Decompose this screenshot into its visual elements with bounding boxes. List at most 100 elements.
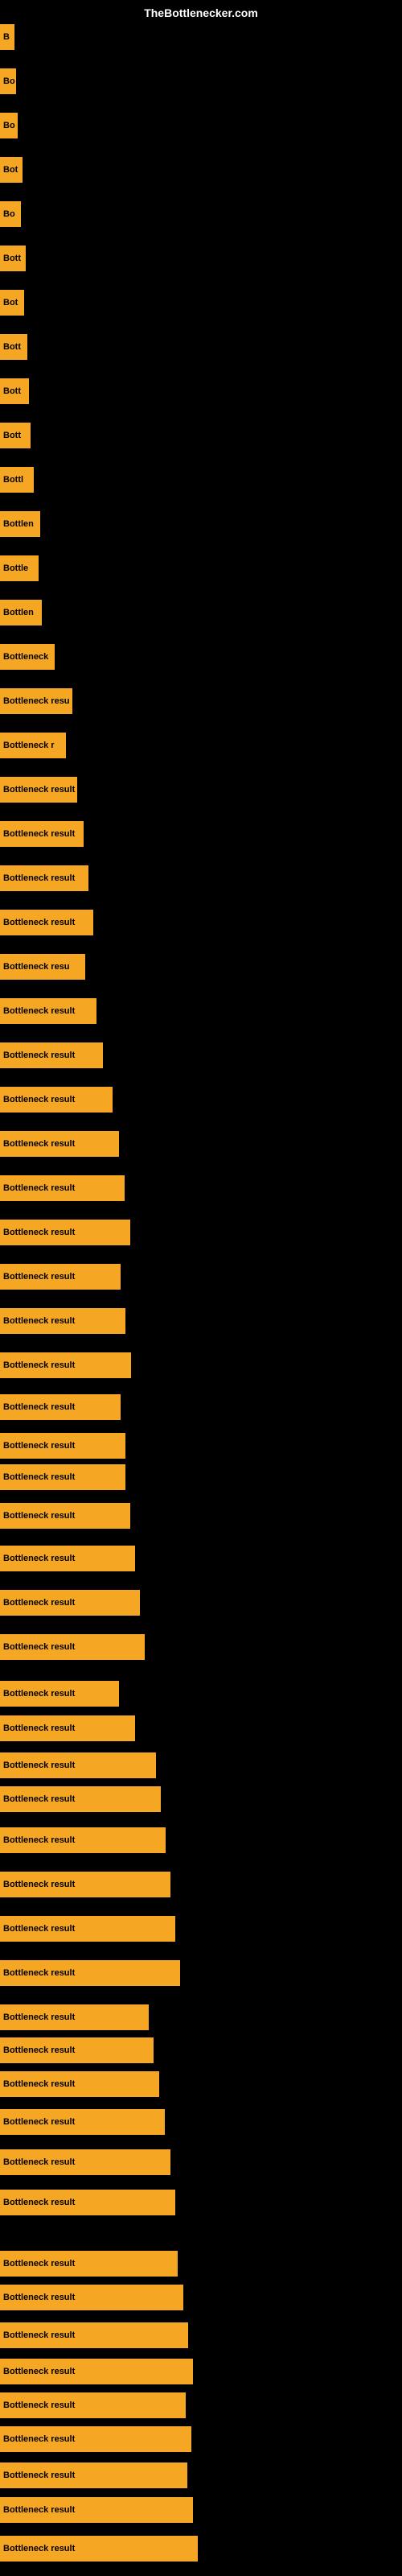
bottleneck-result-bar: Bottleneck result: [0, 1503, 130, 1529]
bottleneck-result-bar: Bottleneck result: [0, 1394, 121, 1420]
bar-label: Bottleneck result: [3, 1598, 75, 1608]
bar-label: Bottleneck result: [3, 1402, 75, 1412]
bar-label: Bottleneck result: [3, 2471, 75, 2480]
bar-label: Bottleneck result: [3, 1095, 75, 1104]
bottleneck-result-bar: Bottleneck result: [0, 2190, 175, 2215]
bottleneck-result-bar: Bottleneck result: [0, 777, 77, 803]
bar-label: Bottleneck result: [3, 2013, 75, 2022]
bottleneck-result-bar: Bottleneck result: [0, 1352, 131, 1378]
bottleneck-result-bar: Bottleneck result: [0, 1827, 166, 1853]
bottleneck-result-bar: Bottleneck result: [0, 1464, 125, 1490]
bar-label: Bottleneck result: [3, 2293, 75, 2302]
bottleneck-result-bar: Bottleneck result: [0, 1681, 119, 1707]
bar-label: Bottleneck result: [3, 1511, 75, 1521]
bar-label: Bottleneck result: [3, 1689, 75, 1699]
bottleneck-result-bar: Bottleneck result: [0, 2004, 149, 2030]
bar-label: Bottleneck result: [3, 1006, 75, 1016]
bottleneck-result-bar: Bottleneck result: [0, 1752, 156, 1778]
bottleneck-result-bar: Bottleneck result: [0, 1715, 135, 1741]
bottleneck-result-bar: Bottleneck result: [0, 821, 84, 847]
bar-label: Bott: [3, 254, 21, 263]
bar-label: Bottleneck result: [3, 2117, 75, 2127]
bar-label: Bottleneck result: [3, 2259, 75, 2268]
bar-label: Bot: [3, 298, 18, 308]
bar-label: Bottleneck result: [3, 2544, 75, 2553]
bottleneck-result-bar: Bottle: [0, 555, 39, 581]
bottleneck-result-bar: Bottleneck result: [0, 910, 93, 935]
bottleneck-result-bar: Bottleneck result: [0, 2462, 187, 2488]
bottleneck-result-bar: Bottleneck result: [0, 1264, 121, 1290]
bar-label: Bottleneck: [3, 652, 48, 662]
bar-label: Bottleneck result: [3, 2505, 75, 2515]
bar-label: Bott: [3, 386, 21, 396]
bar-label: B: [3, 32, 10, 42]
bar-label: Bot: [3, 165, 18, 175]
bar-label: Bottl: [3, 475, 23, 485]
bottleneck-result-bar: Bottleneck resu: [0, 688, 72, 714]
bottleneck-result-bar: Bottleneck result: [0, 1433, 125, 1459]
bottleneck-result-bar: Bottleneck result: [0, 1220, 130, 1245]
bottleneck-result-bar: Bottleneck result: [0, 1872, 170, 1897]
bar-label: Bottleneck result: [3, 1316, 75, 1326]
bottleneck-result-bar: Bottleneck result: [0, 2285, 183, 2310]
bottleneck-result-bar: Bottleneck result: [0, 2536, 198, 2562]
bottleneck-result-bar: Bottlen: [0, 511, 40, 537]
bar-label: Bottle: [3, 564, 28, 573]
bar-label: Bottleneck result: [3, 1139, 75, 1149]
bar-label: Bottleneck result: [3, 2434, 75, 2444]
bottleneck-result-bar: Bottleneck result: [0, 1786, 161, 1812]
bottleneck-result-bar: Bottleneck result: [0, 2359, 193, 2384]
bar-label: Bottleneck result: [3, 2401, 75, 2410]
site-title: TheBottlenecker.com: [144, 6, 258, 19]
bottleneck-result-bar: Bottleneck r: [0, 733, 66, 758]
bottleneck-result-bar: Bottleneck result: [0, 2037, 154, 2063]
bottleneck-result-bar: Bottleneck result: [0, 1916, 175, 1942]
bottleneck-result-bar: Bottleneck result: [0, 865, 88, 891]
bar-label: Bo: [3, 121, 15, 130]
bottleneck-result-bar: Bottleneck result: [0, 1087, 113, 1113]
bar-label: Bottleneck result: [3, 785, 75, 795]
bottleneck-result-bar: Bottleneck result: [0, 2392, 186, 2418]
bottleneck-result-bar: Bo: [0, 68, 16, 94]
bar-label: Bottleneck result: [3, 1794, 75, 1804]
bottleneck-result-bar: Bottleneck result: [0, 2109, 165, 2135]
bottleneck-result-bar: Bottlen: [0, 600, 42, 625]
bottleneck-result-bar: Bottleneck resu: [0, 954, 85, 980]
bar-label: Bottleneck result: [3, 2157, 75, 2167]
bottleneck-result-bar: Bottleneck result: [0, 1042, 103, 1068]
bar-label: Bottleneck resu: [3, 696, 70, 706]
bar-label: Bottleneck result: [3, 1724, 75, 1733]
bar-label: Bo: [3, 76, 15, 86]
bar-label: Bottleneck result: [3, 2367, 75, 2376]
bottleneck-result-bar: Bott: [0, 246, 26, 271]
bottleneck-result-bar: Bottleneck result: [0, 1590, 140, 1616]
bar-label: Bottleneck result: [3, 1360, 75, 1370]
bar-label: Bottleneck result: [3, 1228, 75, 1237]
bottleneck-result-bar: Bottleneck result: [0, 998, 96, 1024]
bottleneck-result-bar: Bott: [0, 423, 31, 448]
bottleneck-result-bar: Bottleneck result: [0, 1308, 125, 1334]
bar-label: Bottleneck result: [3, 829, 75, 839]
bar-label: Bottleneck result: [3, 1880, 75, 1889]
bar-label: Bottleneck result: [3, 2198, 75, 2207]
bar-label: Bottleneck result: [3, 1835, 75, 1845]
bar-label: Bottlen: [3, 519, 34, 529]
bottleneck-result-bar: Bot: [0, 290, 24, 316]
bar-label: Bott: [3, 431, 21, 440]
bar-label: Bottlen: [3, 608, 34, 617]
bar-label: Bottleneck r: [3, 741, 55, 750]
bar-label: Bottleneck result: [3, 1472, 75, 1482]
bottleneck-result-bar: Bottleneck result: [0, 2251, 178, 2277]
bar-label: Bo: [3, 209, 15, 219]
bottleneck-result-bar: Bo: [0, 201, 21, 227]
bar-label: Bottleneck result: [3, 1183, 75, 1193]
bottleneck-result-bar: Bottleneck result: [0, 1546, 135, 1571]
bar-label: Bott: [3, 342, 21, 352]
bar-label: Bottleneck result: [3, 2079, 75, 2089]
bar-label: Bottleneck result: [3, 1554, 75, 1563]
bar-label: Bottleneck result: [3, 1051, 75, 1060]
bar-label: Bottleneck result: [3, 1968, 75, 1978]
bottleneck-result-bar: Bottleneck result: [0, 1131, 119, 1157]
bottleneck-result-bar: Bottleneck result: [0, 2497, 193, 2523]
bottleneck-result-bar: B: [0, 24, 14, 50]
